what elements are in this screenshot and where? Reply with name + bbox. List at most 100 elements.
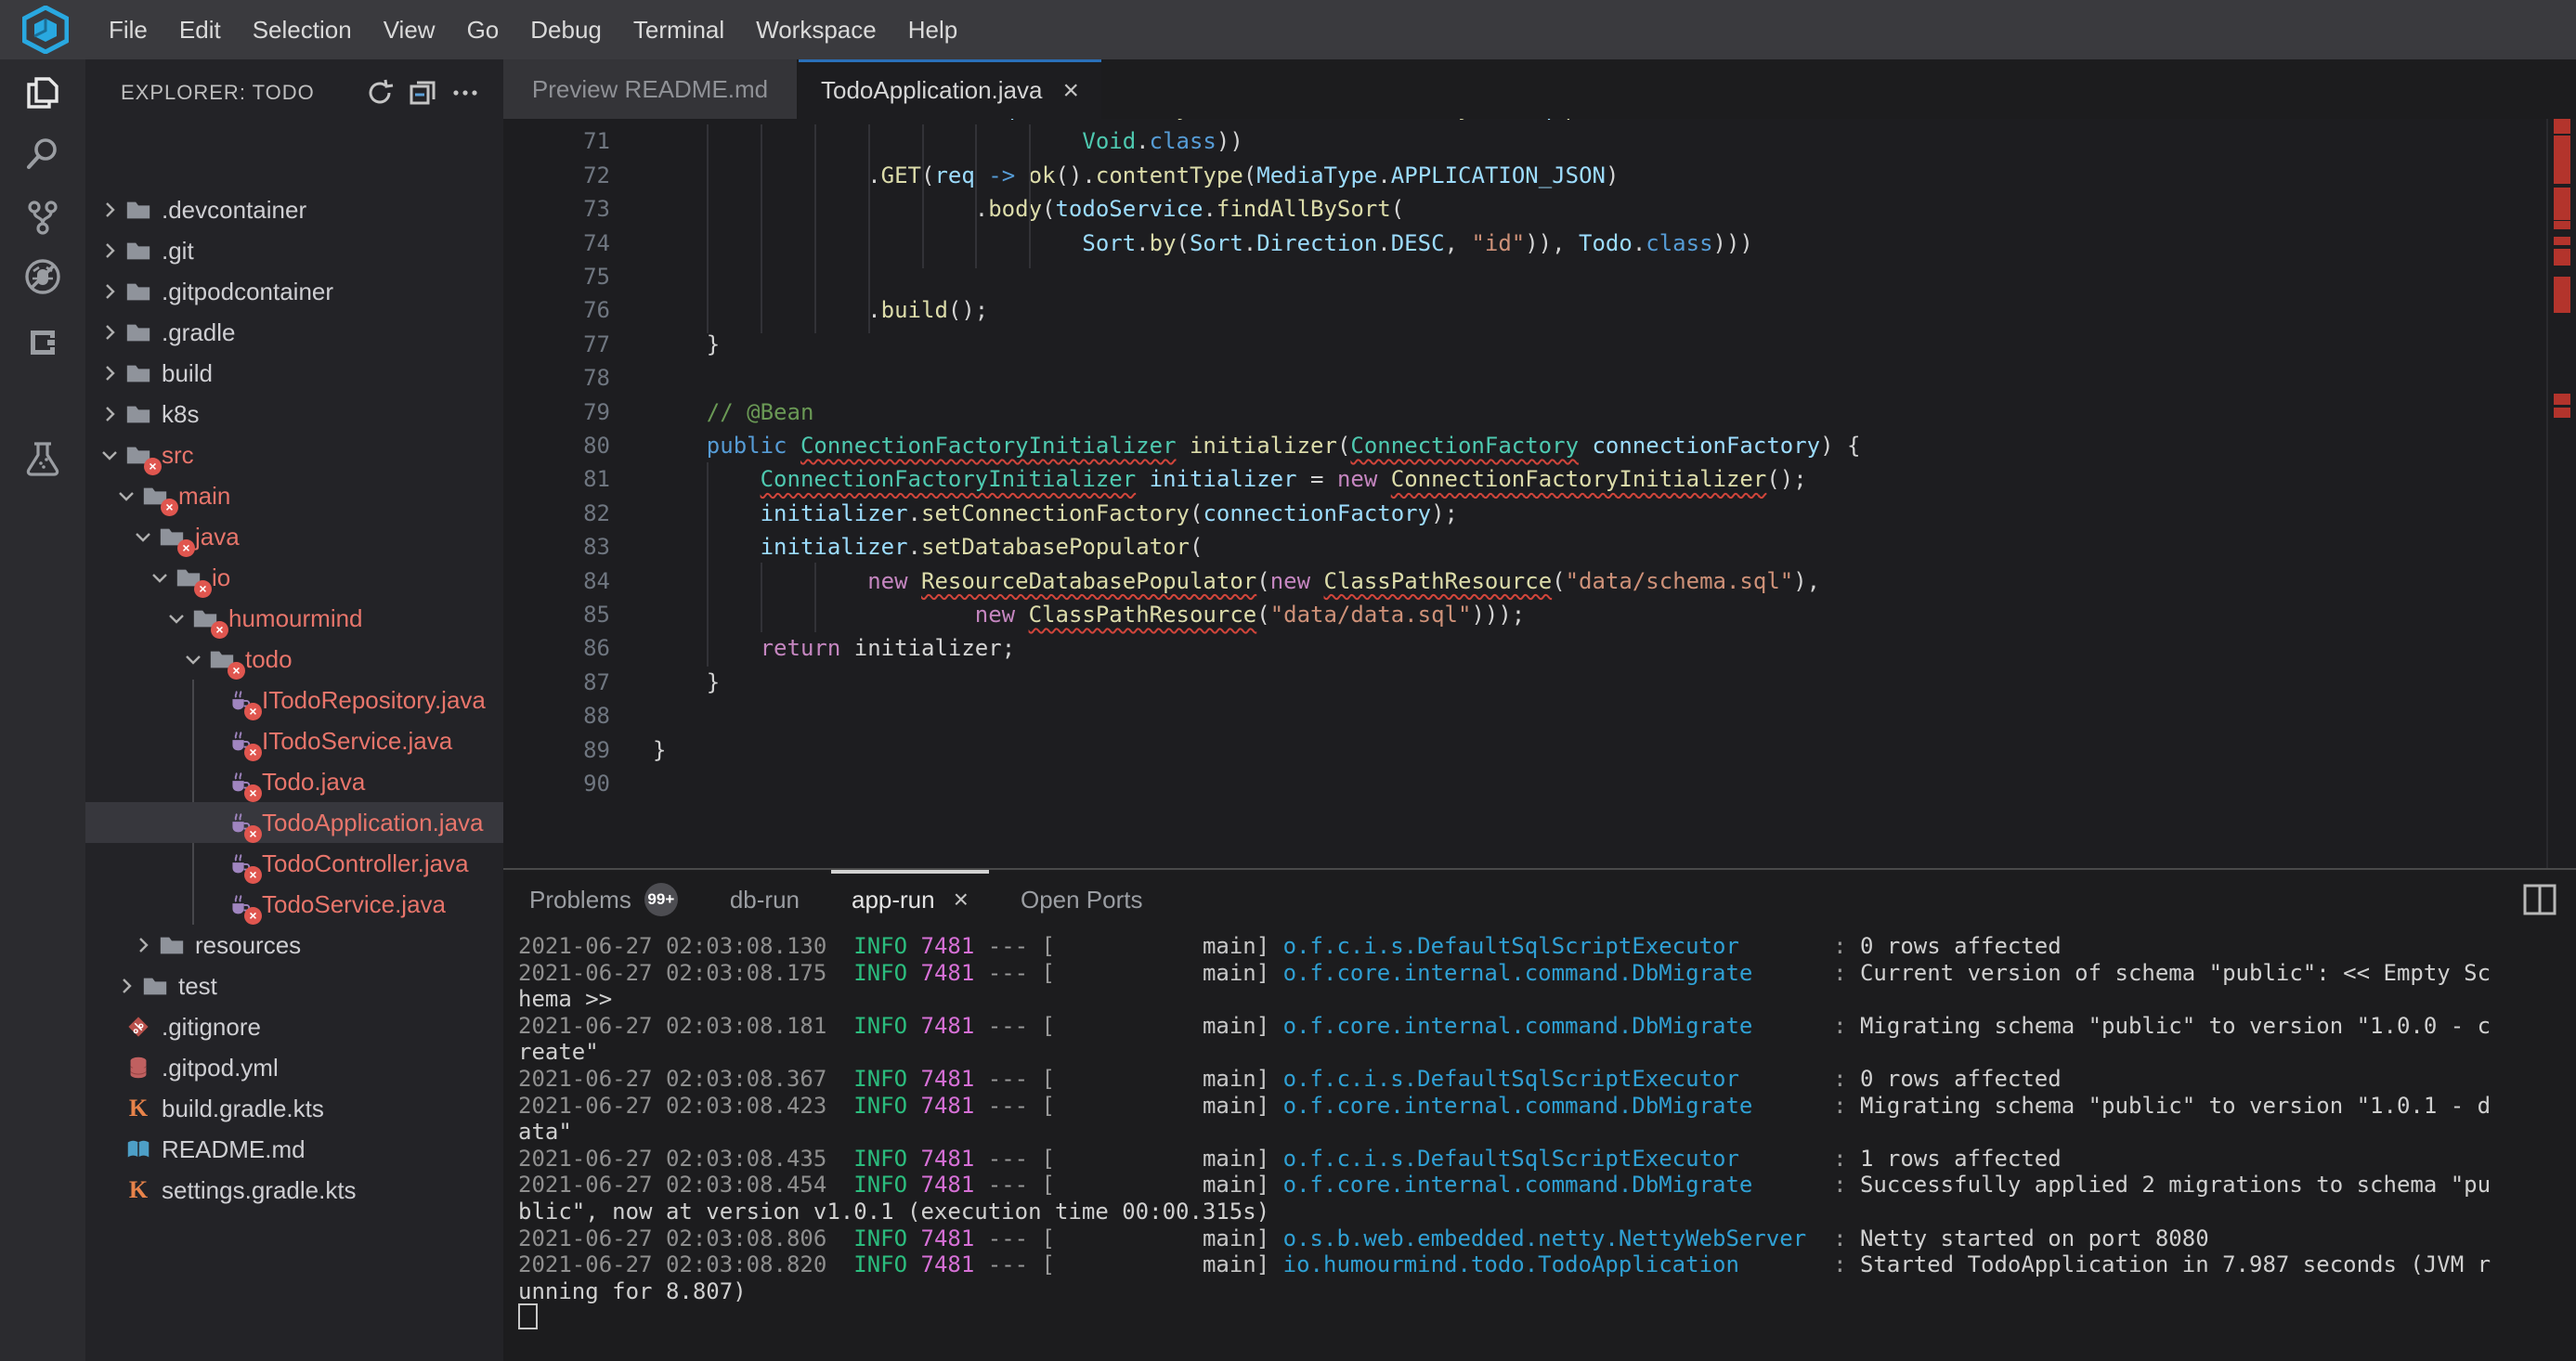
menu-item-debug[interactable]: Debug xyxy=(514,0,618,59)
chevron-down-icon[interactable] xyxy=(163,605,189,631)
plugin-icon[interactable] xyxy=(22,322,63,363)
close-icon[interactable]: × xyxy=(954,885,969,914)
tree-item-itodorepository-java[interactable]: ×ITodoRepository.java xyxy=(85,680,503,720)
chevron-down-icon[interactable] xyxy=(180,646,206,672)
panel-tab-app-run[interactable]: app-run× xyxy=(826,870,995,929)
split-panel-icon[interactable] xyxy=(2522,883,2557,921)
tree-item-settings-gradle-kts[interactable]: Ksettings.gradle.kts xyxy=(85,1170,503,1211)
folder-file-icon xyxy=(139,972,171,1000)
tree-item-todocontroller-java[interactable]: ×TodoController.java xyxy=(85,843,503,884)
panel-tab-open-ports[interactable]: Open Ports xyxy=(995,870,1169,929)
chevron-right-icon[interactable] xyxy=(97,197,123,223)
menu-item-help[interactable]: Help xyxy=(892,0,973,59)
chevron-right-icon[interactable] xyxy=(97,360,123,386)
tree-item-build-gradle-kts[interactable]: Kbuild.gradle.kts xyxy=(85,1088,503,1129)
tree-item-java[interactable]: ×java xyxy=(85,516,503,557)
folder-file-icon xyxy=(123,196,154,224)
chevron-right-icon[interactable] xyxy=(97,279,123,305)
refresh-icon[interactable] xyxy=(364,77,396,109)
error-badge: × xyxy=(244,784,262,802)
line-number: 77 xyxy=(503,328,610,361)
explorer-title: EXPLORER: TODO xyxy=(121,81,353,105)
chevron-right-icon[interactable] xyxy=(97,238,123,264)
tree-item-label: TodoController.java xyxy=(262,849,469,878)
terminal-line: 2021-06-27 02:03:08.806 INFO 7481 --- [ … xyxy=(518,1225,2576,1252)
tree-item-build[interactable]: build xyxy=(85,353,503,394)
chevron-down-icon[interactable] xyxy=(147,564,173,590)
menu-item-view[interactable]: View xyxy=(368,0,451,59)
menu-item-workspace[interactable]: Workspace xyxy=(740,0,892,59)
debug-disabled-icon[interactable] xyxy=(22,256,63,297)
folder-file-icon xyxy=(123,400,154,428)
test-flask-icon[interactable] xyxy=(22,438,63,479)
collapse-all-icon[interactable] xyxy=(407,77,438,109)
tree-item-todo[interactable]: ×todo xyxy=(85,639,503,680)
close-icon[interactable]: × xyxy=(1062,77,1079,105)
terminal-line: 2021-06-27 02:03:08.181 INFO 7481 --- [ … xyxy=(518,1013,2576,1040)
tree-item--gitignore[interactable]: .gitignore xyxy=(85,1006,503,1047)
menu-item-file[interactable]: File xyxy=(93,0,163,59)
menu-item-edit[interactable]: Edit xyxy=(163,0,237,59)
menu-bar: FileEditSelectionViewGoDebugTerminalWork… xyxy=(0,0,2576,59)
code-line-79: // @Bean xyxy=(653,395,813,429)
tree-item-io[interactable]: ×io xyxy=(85,557,503,598)
tree-item--devcontainer[interactable]: .devcontainer xyxy=(85,189,503,230)
tree-item-src[interactable]: ×src xyxy=(85,434,503,475)
source-control-icon[interactable] xyxy=(22,197,63,238)
app-logo-icon xyxy=(22,6,69,54)
error-badge: × xyxy=(244,744,262,761)
menu-item-selection[interactable]: Selection xyxy=(237,0,368,59)
editor-tab-todoapplication-java[interactable]: TodoApplication.java× xyxy=(799,59,1101,119)
tree-item-label: test xyxy=(178,972,217,1001)
panel-tab-db-run[interactable]: db-run xyxy=(704,870,826,929)
tree-item--gradle[interactable]: .gradle xyxy=(85,312,503,353)
terminal-output[interactable]: 2021-06-27 02:03:08.130 INFO 7481 --- [ … xyxy=(518,933,2576,1361)
tree-item-label: .devcontainer xyxy=(162,196,306,225)
files-icon[interactable] xyxy=(22,72,63,113)
no-chevron xyxy=(197,850,223,876)
kts-file-icon: K xyxy=(123,1176,154,1204)
chevron-right-icon[interactable] xyxy=(97,401,123,427)
tree-item-todoapplication-java[interactable]: ×TodoApplication.java xyxy=(85,802,503,843)
tree-item-readme-md[interactable]: README.md xyxy=(85,1129,503,1170)
line-number: 75 xyxy=(503,260,610,293)
code-line-87: } xyxy=(653,666,720,699)
tree-item-main[interactable]: ×main xyxy=(85,475,503,516)
terminal-line: 2021-06-27 02:03:08.435 INFO 7481 --- [ … xyxy=(518,1146,2576,1173)
tree-item-label: .git xyxy=(162,237,194,266)
editor-tab-preview-readme-md[interactable]: Preview README.md xyxy=(503,59,799,119)
folder-file-icon: × xyxy=(189,604,221,632)
code-editor[interactable]: 70 .DELETE(req -> ok().body(todoService.… xyxy=(503,119,2576,868)
chevron-right-icon[interactable] xyxy=(113,973,139,999)
tree-item-test[interactable]: test xyxy=(85,966,503,1006)
tree-item-humourmind[interactable]: ×humourmind xyxy=(85,598,503,639)
chevron-down-icon[interactable] xyxy=(130,524,156,550)
chevron-right-icon[interactable] xyxy=(97,319,123,345)
no-chevron xyxy=(197,891,223,917)
indent-guide xyxy=(1029,124,1031,268)
no-chevron xyxy=(197,769,223,795)
indent-guide xyxy=(761,124,762,333)
tree-item-todo-java[interactable]: ×Todo.java xyxy=(85,761,503,802)
tree-item-k8s[interactable]: k8s xyxy=(85,394,503,434)
tree-item-label: todo xyxy=(245,645,293,674)
tree-item--gitpod-yml[interactable]: .gitpod.yml xyxy=(85,1047,503,1088)
tree-item--git[interactable]: .git xyxy=(85,230,503,271)
tree-item-itodoservice-java[interactable]: ×ITodoService.java xyxy=(85,720,503,761)
menu-item-go[interactable]: Go xyxy=(451,0,515,59)
terminal-line: blic", now at version v1.0.1 (execution … xyxy=(518,1199,2576,1225)
line-number: 71 xyxy=(503,124,610,158)
line-number: 89 xyxy=(503,733,610,767)
tree-item--gitpodcontainer[interactable]: .gitpodcontainer xyxy=(85,271,503,312)
tree-item-label: build.gradle.kts xyxy=(162,1095,324,1123)
problems-count-badge: 99+ xyxy=(644,883,678,916)
chevron-down-icon[interactable] xyxy=(97,442,123,468)
tree-item-todoservice-java[interactable]: ×TodoService.java xyxy=(85,884,503,925)
chevron-right-icon[interactable] xyxy=(130,932,156,958)
tree-item-resources[interactable]: resources xyxy=(85,925,503,966)
search-icon[interactable] xyxy=(22,133,63,174)
panel-tab-problems[interactable]: Problems99+ xyxy=(503,870,704,929)
chevron-down-icon[interactable] xyxy=(113,483,139,509)
menu-item-terminal[interactable]: Terminal xyxy=(618,0,740,59)
more-actions-icon[interactable] xyxy=(449,77,481,109)
